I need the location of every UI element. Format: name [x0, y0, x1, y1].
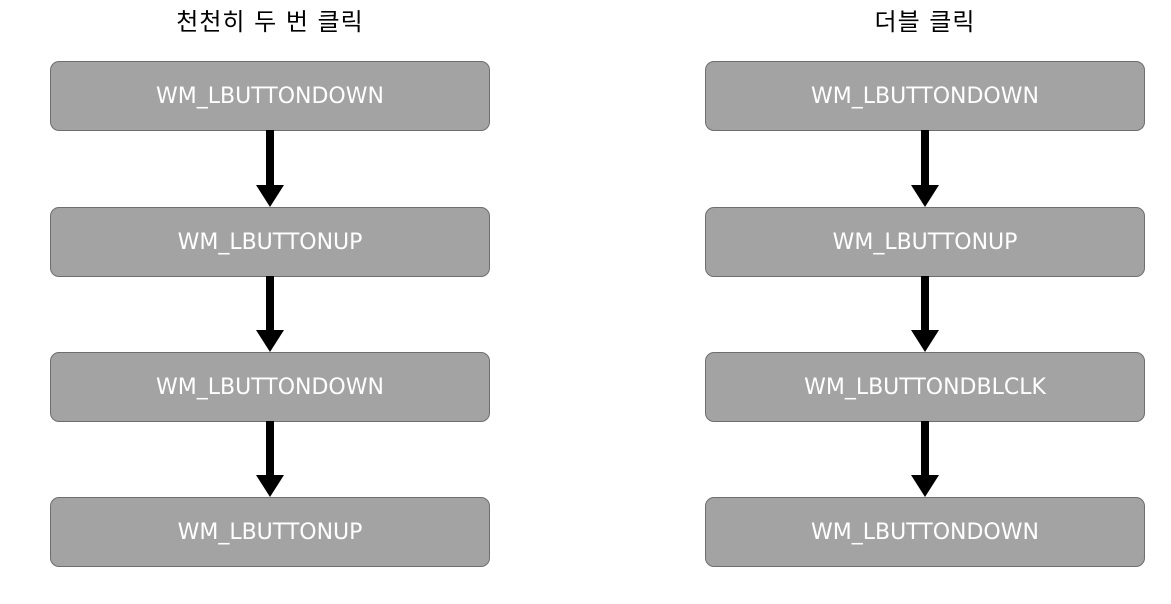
double-click-column: 더블 클릭 WM_LBUTTONDOWN WM_LBUTTONUP WM_LBU… — [705, 0, 1145, 604]
slow-arrow-1-icon — [256, 130, 284, 207]
double-arrow-2-icon — [911, 276, 939, 352]
double-arrow-1-icon — [911, 130, 939, 207]
double-step-1-box: WM_LBUTTONDOWN — [705, 61, 1145, 131]
double-click-title: 더블 클릭 — [874, 8, 976, 36]
double-step-3-box: WM_LBUTTONDBLCLK — [705, 352, 1145, 422]
double-step-2-box: WM_LBUTTONUP — [705, 207, 1145, 277]
slow-step-1-box: WM_LBUTTONDOWN — [50, 61, 490, 131]
double-arrow-3-icon — [911, 421, 939, 497]
slow-step-4-box: WM_LBUTTONUP — [50, 497, 490, 567]
slow-step-2-box: WM_LBUTTONUP — [50, 207, 490, 277]
slow-arrow-2-icon — [256, 276, 284, 352]
slow-step-3-box: WM_LBUTTONDOWN — [50, 352, 490, 422]
slow-arrow-3-icon — [256, 421, 284, 497]
double-step-4-box: WM_LBUTTONDOWN — [705, 497, 1145, 567]
slow-click-title: 천천히 두 번 클릭 — [176, 8, 364, 36]
slow-click-column: 천천히 두 번 클릭 WM_LBUTTONDOWN WM_LBUTTONUP W… — [50, 0, 490, 604]
